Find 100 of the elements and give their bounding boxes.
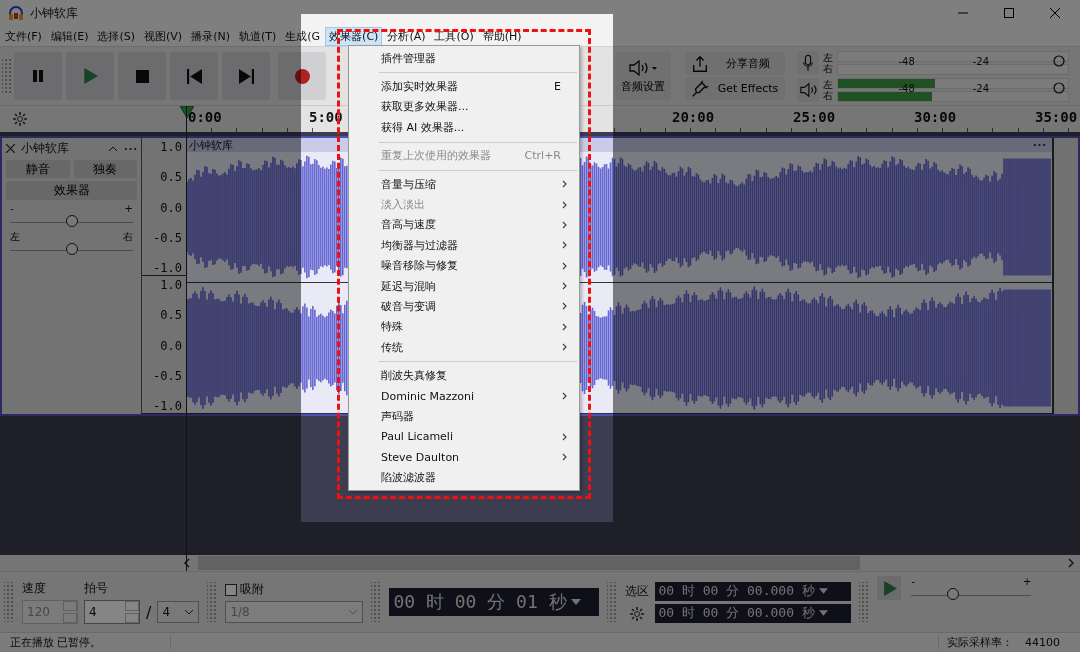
effects-menu-item[interactable]: 特殊 bbox=[349, 316, 579, 338]
selection-label: 选区 bbox=[625, 582, 650, 600]
snap-label: 吸附 bbox=[240, 581, 265, 598]
scrollbar-thumb[interactable] bbox=[198, 556, 860, 570]
timeline-label: 20:00 bbox=[672, 109, 715, 125]
effects-menu-item[interactable]: 获取更多效果器... bbox=[349, 96, 579, 118]
menu-item[interactable]: 选择(S) bbox=[93, 26, 140, 46]
effects-menu-item[interactable]: Steve Daulton bbox=[349, 447, 579, 468]
selection-end-field[interactable]: 00 时 00 分 00.000 秒 bbox=[655, 603, 852, 623]
speaker-icon bbox=[628, 58, 658, 77]
submenu-chevron-icon bbox=[562, 453, 567, 462]
effects-menu-item[interactable]: Dominic Mazzoni bbox=[349, 385, 579, 407]
menu-item[interactable]: 轨道(T) bbox=[234, 26, 281, 46]
beats-field[interactable]: 4 bbox=[84, 600, 140, 624]
time-signature-label: 拍号 bbox=[84, 580, 109, 597]
submenu-chevron-icon bbox=[562, 322, 567, 331]
submenu-chevron-icon bbox=[562, 180, 567, 189]
slider-thumb[interactable] bbox=[947, 588, 960, 600]
record-meter-button[interactable] bbox=[797, 50, 819, 75]
menu-item[interactable]: 播录(N) bbox=[187, 26, 234, 46]
menu-item[interactable]: 文件(F) bbox=[1, 26, 46, 46]
effects-menu-item[interactable]: 削波失真修复 bbox=[349, 365, 579, 386]
meter-knob-icon bbox=[1053, 54, 1065, 67]
channel-label: 左 bbox=[823, 78, 833, 90]
sample-rate-value: 44100 bbox=[1024, 636, 1061, 649]
status-text: 正在播放 已暂停。 bbox=[0, 635, 171, 650]
slider-end-label: + bbox=[1023, 576, 1032, 587]
playback-meter-button[interactable] bbox=[797, 77, 819, 102]
skip-to-end-icon bbox=[238, 68, 254, 84]
close-icon[interactable] bbox=[1050, 8, 1060, 18]
play-button[interactable] bbox=[66, 52, 114, 100]
amplitude-label: -0.5 bbox=[153, 368, 182, 383]
amplitude-label: 0.0 bbox=[160, 338, 182, 353]
menu-item[interactable]: 生成(G bbox=[281, 26, 325, 46]
meter-tick-label: -24 bbox=[972, 55, 989, 67]
app-headphones-icon bbox=[8, 5, 24, 21]
play-at-speed-button[interactable] bbox=[877, 576, 902, 600]
menu-item[interactable]: 帮助(H) bbox=[478, 26, 526, 46]
scroll-right-icon[interactable] bbox=[1068, 558, 1074, 568]
channel-label: 右 bbox=[823, 89, 833, 101]
effects-menu-item[interactable]: 均衡器与过滤器 bbox=[349, 235, 579, 256]
stop-icon bbox=[135, 69, 149, 83]
time-display[interactable]: 00 时 00 分 01 秒 bbox=[389, 588, 600, 616]
submenu-chevron-icon bbox=[562, 392, 567, 401]
sample-rate-label: 实际采样率： bbox=[938, 635, 1013, 650]
audio-setup-button[interactable]: 音频设置 bbox=[615, 52, 671, 100]
effects-menu-item[interactable]: 延迟与混响 bbox=[349, 275, 579, 297]
timeline-label: 25:00 bbox=[793, 109, 836, 125]
slider-end-label: - bbox=[10, 203, 14, 214]
amplitude-label: -1.0 bbox=[153, 261, 182, 275]
more-options-icon[interactable] bbox=[1033, 143, 1046, 147]
effects-menu-item[interactable]: 添加实时效果器 E bbox=[349, 76, 579, 97]
effects-menu-item[interactable]: 陷波滤波器 bbox=[349, 467, 579, 488]
effects-button[interactable]: 效果器 bbox=[6, 181, 137, 200]
amplitude-label: 1.0 bbox=[160, 278, 182, 292]
submenu-chevron-icon bbox=[562, 220, 567, 229]
track-name[interactable]: 小钟软库 bbox=[21, 140, 102, 157]
maximize-icon[interactable] bbox=[1004, 8, 1014, 18]
amplitude-label: -0.5 bbox=[153, 230, 182, 245]
fraction-slash: / bbox=[146, 602, 152, 622]
effects-menu-item[interactable]: 音高与速度 bbox=[349, 214, 579, 236]
dropdown-caret-icon bbox=[184, 609, 195, 615]
selection-start-field[interactable]: 00 时 00 分 00.000 秒 bbox=[655, 581, 852, 601]
effects-menu-item[interactable]: 音量与压缩 bbox=[349, 173, 579, 195]
settings-icon[interactable] bbox=[12, 111, 28, 127]
submenu-chevron-icon bbox=[562, 200, 567, 209]
effects-menu-item[interactable]: Paul Licameli bbox=[349, 426, 579, 448]
beat-unit-dropdown[interactable]: 4 bbox=[157, 601, 200, 623]
slider-end-label: + bbox=[124, 203, 133, 214]
amplitude-label: 0.5 bbox=[160, 308, 182, 323]
settings-icon[interactable] bbox=[629, 605, 646, 622]
get-effects-button[interactable]: Get Effects bbox=[685, 77, 785, 100]
menu-item[interactable]: 分析(A) bbox=[383, 26, 430, 46]
close-icon[interactable] bbox=[6, 144, 15, 153]
play-icon bbox=[82, 68, 98, 84]
share-audio-button[interactable]: 分享音频 bbox=[685, 52, 785, 75]
menu-item[interactable]: 编辑(E) bbox=[46, 26, 93, 46]
clip-title: 小钟软库 bbox=[189, 137, 233, 153]
tempo-label: 速度 bbox=[22, 580, 47, 597]
record-button[interactable] bbox=[278, 52, 326, 100]
stop-button[interactable] bbox=[118, 52, 166, 100]
effects-menu-item[interactable]: 插件管理器 bbox=[349, 48, 579, 69]
timeline-label: 35:00 bbox=[1035, 109, 1078, 125]
mute-button[interactable]: 静音 bbox=[6, 160, 70, 178]
speaker-icon bbox=[799, 81, 817, 98]
effects-menu-item[interactable]: 传统 bbox=[349, 337, 579, 358]
menu-item[interactable]: 视图(V) bbox=[140, 26, 187, 46]
scroll-left-icon[interactable] bbox=[184, 558, 190, 568]
pause-button[interactable] bbox=[14, 52, 62, 100]
effects-menu-item[interactable]: 噪音移除与修复 bbox=[349, 255, 579, 276]
slider-end-label: 左 bbox=[10, 231, 20, 242]
more-options-icon[interactable] bbox=[124, 146, 137, 151]
amplitude-label: 0.0 bbox=[160, 200, 182, 215]
effects-menu-item[interactable]: 获得 AI 效果器... bbox=[349, 117, 579, 138]
meter-tick-label: -48 bbox=[898, 55, 915, 67]
effects-menu-item[interactable]: 破音与变调 bbox=[349, 296, 579, 317]
meter-knob-icon bbox=[1053, 81, 1065, 94]
record-icon bbox=[294, 68, 310, 84]
collapse-caret-icon[interactable] bbox=[108, 145, 118, 152]
solo-button[interactable]: 独奏 bbox=[73, 160, 137, 178]
